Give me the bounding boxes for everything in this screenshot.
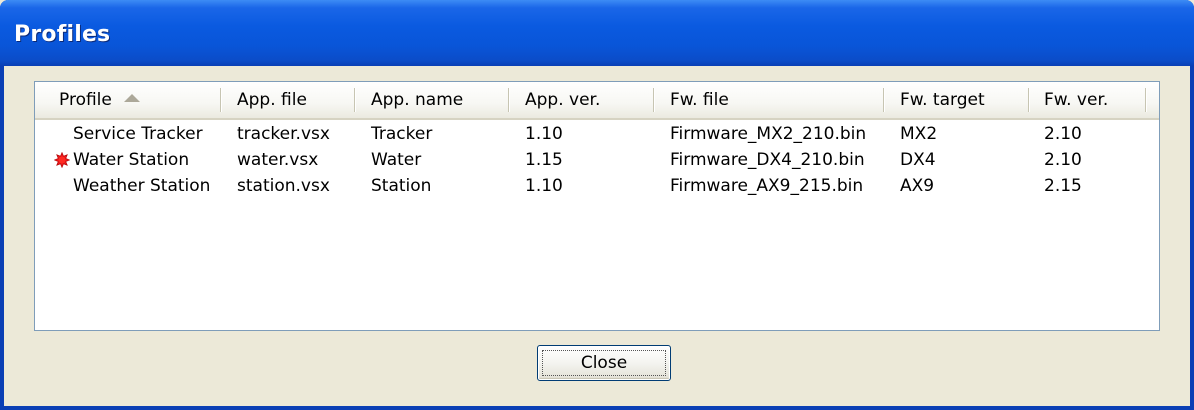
table-row[interactable]: Service Tracker tracker.vsx Tracker 1.10…	[35, 122, 1159, 146]
cell-fw-ver: 2.15	[1044, 176, 1082, 196]
cell-fw-target: DX4	[900, 150, 936, 170]
cell-app-ver: 1.10	[525, 124, 563, 144]
cell-fw-file: Firmware_MX2_210.bin	[670, 124, 867, 144]
cell-app-file: water.vsx	[237, 150, 319, 170]
table-row[interactable]: Water Station water.vsx Water 1.15 Firmw…	[35, 148, 1159, 172]
table-row[interactable]: Weather Station station.vsx Station 1.10…	[35, 174, 1159, 198]
cell-fw-ver: 2.10	[1044, 124, 1082, 144]
cell-fw-file: Firmware_AX9_215.bin	[670, 176, 864, 196]
sort-ascending-icon	[123, 94, 140, 102]
column-header-profile[interactable]: Profile	[35, 82, 220, 118]
column-header-fw-file[interactable]: Fw. file	[653, 82, 883, 118]
list-header: Profile App. file App. name App. ver. Fw…	[35, 82, 1159, 120]
cell-profile: Water Station	[73, 150, 190, 170]
cell-fw-file: Firmware_DX4_210.bin	[670, 150, 865, 170]
title-bar[interactable]: Profiles	[0, 0, 1194, 66]
cell-fw-ver: 2.10	[1044, 150, 1082, 170]
cell-app-name: Station	[371, 176, 432, 196]
column-header-app-name[interactable]: App. name	[354, 82, 508, 118]
cell-app-name: Tracker	[371, 124, 433, 144]
window-title: Profiles	[14, 22, 111, 47]
column-separator[interactable]	[1145, 88, 1146, 112]
column-header-fw-ver[interactable]: Fw. ver.	[1028, 82, 1159, 118]
column-header-app-ver[interactable]: App. ver.	[508, 82, 653, 118]
cell-app-ver: 1.10	[525, 176, 563, 196]
close-button[interactable]: Close	[537, 345, 671, 381]
column-header-profile-label: Profile	[59, 90, 112, 110]
column-header-app-file[interactable]: App. file	[220, 82, 354, 118]
cell-app-ver: 1.15	[525, 150, 563, 170]
cell-profile: Weather Station	[73, 176, 211, 196]
cell-profile: Service Tracker	[73, 124, 203, 144]
cell-fw-target: MX2	[900, 124, 938, 144]
cell-fw-target: AX9	[900, 176, 935, 196]
cell-app-file: tracker.vsx	[237, 124, 330, 144]
profiles-dialog: Profiles Profile App. file App. name App…	[0, 0, 1194, 410]
red-star-icon	[54, 152, 70, 168]
column-header-fw-target[interactable]: Fw. target	[883, 82, 1028, 118]
profiles-list[interactable]: Profile App. file App. name App. ver. Fw…	[34, 81, 1160, 331]
cell-app-name: Water	[371, 150, 422, 170]
cell-app-file: station.vsx	[237, 176, 330, 196]
close-button-label: Close	[580, 353, 628, 373]
